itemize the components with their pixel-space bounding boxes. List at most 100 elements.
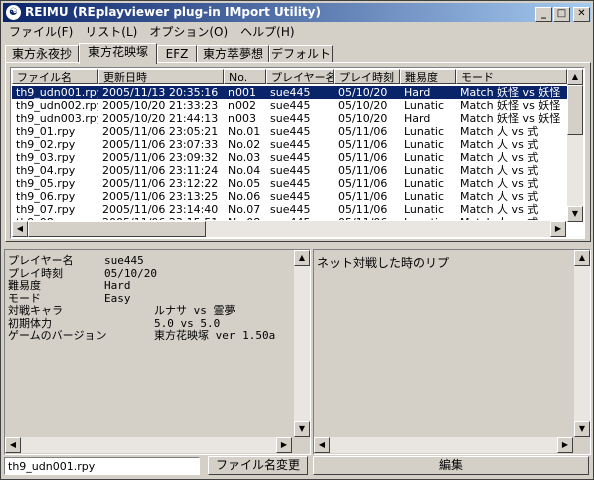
cell-player: sue445	[270, 112, 311, 125]
cell-filename: th9_07.rpy	[16, 203, 76, 216]
scroll-right-icon[interactable]: ▶	[276, 437, 292, 453]
column-header-filename[interactable]: ファイル名	[12, 69, 98, 84]
table-row[interactable]: th9_06.rpy 2005/11/06 23:13:25 No.06 sue445…	[12, 190, 567, 203]
cell-modified: 2005/11/06 23:07:33	[102, 138, 219, 151]
cell-filename: th9_04.rpy	[16, 164, 76, 177]
cell-no: n002	[228, 99, 256, 112]
list-horizontal-scrollbar[interactable]: ◀ ▶	[12, 221, 566, 237]
table-row[interactable]: th9_udn003.rpy 2005/10/20 21:44:13 n003 sue…	[12, 112, 567, 125]
scroll-down-icon[interactable]: ▼	[574, 421, 590, 437]
info-label: 初期体力	[8, 316, 52, 330]
table-row[interactable]: th9_03.rpy 2005/11/06 23:09:32 No.03 sue445…	[12, 151, 567, 164]
info-row: プレイヤー名 sue445	[8, 254, 144, 267]
table-row[interactable]: th9_udn001.rpy 2005/11/13 20:35:16 n001 sue…	[12, 86, 567, 99]
comment-pane[interactable]: ネット対戦した時のリプ ▲ ▼ ◀ ▶	[313, 249, 591, 455]
cell-playtime: 05/11/06	[338, 138, 388, 151]
scroll-right-icon[interactable]: ▶	[557, 437, 573, 453]
cell-no: No.06	[228, 190, 261, 203]
table-row[interactable]: th9_01.rpy 2005/11/06 23:05:21 No.01 sue445…	[12, 125, 567, 138]
info-row: モード Easy	[8, 292, 131, 305]
tab-default[interactable]: デフォルト	[269, 45, 333, 63]
cell-filename: th9_08.rpy	[12, 216, 98, 220]
vertical-scroll-thumb[interactable]	[567, 85, 583, 135]
list-vertical-scrollbar[interactable]: ▲ ▼	[567, 69, 583, 222]
info-value: 05/10/20	[104, 266, 157, 280]
column-header-no[interactable]: No.	[224, 69, 266, 84]
cell-difficulty: Lunatic	[404, 125, 445, 138]
info-label: ゲームのバージョン	[8, 329, 107, 342]
scroll-down-icon[interactable]: ▼	[567, 206, 583, 222]
cell-difficulty: Hard	[404, 86, 431, 99]
info-value: Easy	[104, 291, 131, 305]
menu-list[interactable]: リスト(L)	[79, 23, 143, 41]
table-row[interactable]: th9_08.rpy2005/11/06 23:15:51No.08sue445…	[12, 216, 567, 220]
cell-no: n001	[228, 86, 256, 99]
horizontal-scroll-thumb[interactable]	[28, 221, 206, 237]
cell-playtime: 05/11/06	[338, 190, 388, 203]
info-vertical-scrollbar[interactable]: ▲ ▼	[294, 250, 310, 437]
cell-modified: 2005/11/06 23:05:21	[102, 125, 219, 138]
tab-efz[interactable]: EFZ	[157, 45, 197, 63]
cell-filename: th9_udn003.rpy	[16, 112, 98, 125]
cell-playtime: 05/11/06	[338, 125, 388, 138]
menu-option[interactable]: オプション(O)	[143, 23, 234, 41]
title-bar[interactable]: ☯ REIMU (REplayviewer plug-in IMport Uti…	[3, 3, 591, 22]
table-row[interactable]: th9_udn002.rpy 2005/10/20 21:33:23 n002 sue…	[12, 99, 567, 112]
app-icon[interactable]: ☯	[6, 5, 21, 20]
replay-info-pane[interactable]: プレイヤー名 sue445 プレイ時刻 05/10/20 難易度 Hard モード Easy 対…	[4, 249, 311, 455]
info-value: 東方花映塚 ver 1.50a	[154, 329, 276, 342]
tab-suimusou[interactable]: 東方萃夢想	[197, 45, 269, 63]
column-header-playtime[interactable]: プレイ時刻	[334, 69, 400, 84]
filename-field[interactable]: th9_udn001.rpy	[4, 457, 200, 475]
cell-mode: Match 人 vs 式	[460, 125, 539, 138]
menu-help[interactable]: ヘルプ(H)	[234, 23, 300, 41]
rename-button[interactable]: ファイル名変更	[208, 456, 308, 475]
replay-list[interactable]: ファイル名 更新日時 No. プレイヤー名 プレイ時刻 難易度 モード th9_…	[10, 67, 585, 239]
scroll-right-icon[interactable]: ▶	[550, 221, 566, 237]
table-row[interactable]: th9_05.rpy 2005/11/06 23:12:22 No.05 sue445…	[12, 177, 567, 190]
tab-eiyasho[interactable]: 東方永夜抄	[5, 45, 79, 63]
scroll-up-icon[interactable]: ▲	[574, 250, 590, 266]
cell-player: sue445	[270, 203, 311, 216]
info-label: プレイヤー名	[8, 254, 74, 267]
table-row[interactable]: th9_04.rpy 2005/11/06 23:11:24 No.04 sue445…	[12, 164, 567, 177]
cell-playtime: 05/10/20	[338, 86, 388, 99]
scroll-left-icon[interactable]: ◀	[5, 437, 21, 453]
tab-kaeizuka[interactable]: 東方花映塚	[79, 43, 157, 64]
info-value: sue445	[104, 254, 144, 267]
cell-playtime: 05/11/06	[338, 177, 388, 190]
cell-mode: Match 妖怪 vs 妖怪	[460, 112, 561, 125]
cell-filename: th9_udn001.rpy	[16, 86, 98, 99]
edit-button[interactable]: 編集	[313, 456, 589, 475]
cell-playtime: 05/10/20	[338, 112, 388, 125]
comment-vertical-scrollbar[interactable]: ▲ ▼	[574, 250, 590, 437]
menu-file[interactable]: ファイル(F)	[3, 23, 79, 41]
column-header-difficulty[interactable]: 難易度	[400, 69, 456, 84]
comment-horizontal-scrollbar[interactable]: ◀ ▶	[314, 437, 573, 453]
minimize-button[interactable]: _	[535, 7, 552, 22]
scroll-up-icon[interactable]: ▲	[294, 250, 310, 266]
info-row: 初期体力 5.0 vs 5.0	[8, 317, 220, 330]
scroll-down-icon[interactable]: ▼	[294, 421, 310, 437]
cell-playtime: 05/11/06	[338, 203, 388, 216]
maximize-button[interactable]: □	[553, 7, 570, 22]
scroll-up-icon[interactable]: ▲	[567, 69, 583, 85]
info-horizontal-scrollbar[interactable]: ◀ ▶	[5, 437, 292, 453]
cell-difficulty: Hard	[404, 112, 431, 125]
scroll-left-icon[interactable]: ◀	[12, 221, 28, 237]
cell-player: sue445	[270, 125, 311, 138]
cell-modified: 2005/11/06 23:15:51	[98, 216, 224, 220]
cell-modified: 2005/11/06 23:11:24	[102, 164, 219, 177]
cell-difficulty: Lunatic	[404, 177, 445, 190]
cell-playtime: 05/10/20	[338, 99, 388, 112]
table-row[interactable]: th9_07.rpy 2005/11/06 23:14:40 No.07 sue445…	[12, 203, 567, 216]
info-label: 対戦キャラ	[8, 304, 63, 317]
column-header-mode[interactable]: モード	[456, 69, 567, 84]
scroll-left-icon[interactable]: ◀	[314, 437, 330, 453]
column-header-player[interactable]: プレイヤー名	[266, 69, 334, 84]
column-header-modified[interactable]: 更新日時	[98, 69, 224, 84]
table-row[interactable]: th9_02.rpy 2005/11/06 23:07:33 No.02 sue445…	[12, 138, 567, 151]
main-window: ☯ REIMU (REplayviewer plug-in IMport Uti…	[0, 0, 594, 480]
close-button[interactable]: ✕	[573, 7, 590, 22]
comment-text[interactable]: ネット対戦した時のリプ	[317, 254, 449, 271]
